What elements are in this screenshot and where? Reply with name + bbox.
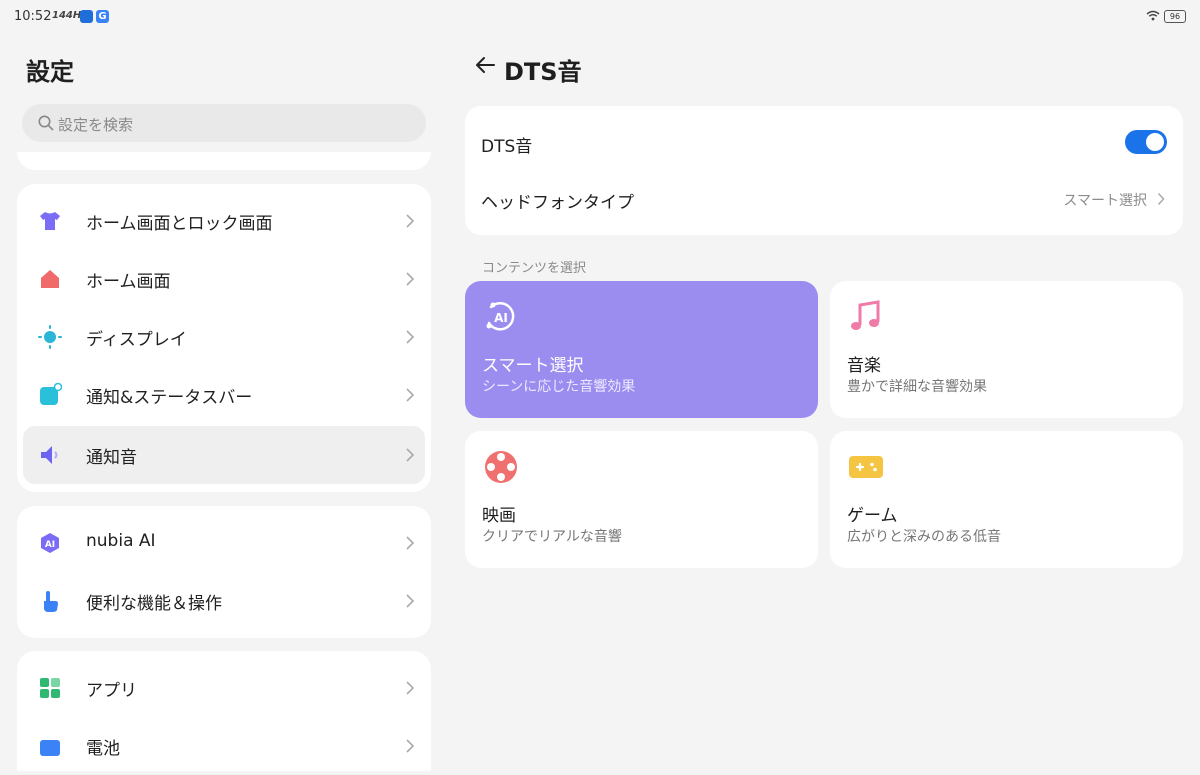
tile-subtitle: クリアでリアルな音響 xyxy=(482,529,622,545)
sidebar-item-home-lock[interactable]: ホーム画面とロック画面 xyxy=(23,192,425,250)
sidebar-item-nubia-ai[interactable]: AI nubia AI xyxy=(23,514,425,572)
sidebar-item-features[interactable]: 便利な機能＆操作 xyxy=(23,572,425,630)
ai-icon: AI xyxy=(41,533,59,553)
music-note-icon xyxy=(851,300,880,330)
sidebar-item-label: 電池 xyxy=(86,739,120,759)
settings-group-features: AI nubia AI 便利な機能＆操作 xyxy=(17,506,431,638)
sun-icon xyxy=(38,325,62,349)
battery-icon xyxy=(40,740,60,756)
chevron-right-icon xyxy=(406,739,415,753)
tile-subtitle: 豊かで詳細な音響効果 xyxy=(847,379,987,395)
search-input[interactable]: 設定を検索 xyxy=(22,104,426,142)
headphone-type-label[interactable]: ヘッドフォンタイプ xyxy=(481,188,634,213)
page-title: DTS音 xyxy=(504,58,582,86)
tile-title: スマート選択 xyxy=(482,356,584,376)
settings-group-partial xyxy=(17,152,431,170)
sidebar-item-sound[interactable]: 通知音 xyxy=(23,426,425,484)
chevron-right-icon xyxy=(406,330,415,344)
tile-subtitle: シーンに応じた音響効果 xyxy=(482,379,636,395)
svg-text:AI: AI xyxy=(45,540,55,550)
settings-group-apps: アプリ 電池 xyxy=(17,651,431,771)
wifi-icon xyxy=(1146,10,1160,21)
gamepad-icon xyxy=(849,456,883,478)
sidebar-item-apps[interactable]: アプリ xyxy=(23,659,425,717)
tile-title: 音楽 xyxy=(847,356,881,376)
speaker-icon xyxy=(41,446,58,464)
content-tile-music[interactable]: 音楽 豊かで詳細な音響効果 xyxy=(830,281,1183,418)
sidebar-item-notifications[interactable]: 通知&ステータスバー xyxy=(23,366,425,424)
content-tile-smart[interactable]: AI スマート選択 シーンに応じた音響効果 xyxy=(465,281,818,418)
sidebar-item-label: 便利な機能＆操作 xyxy=(86,594,222,614)
settings-group-display: ホーム画面とロック画面 ホーム画面 ディスプレイ 通知&ステータスバー 通知音 xyxy=(17,184,431,492)
sidebar-item-label: ホーム画面 xyxy=(86,272,171,292)
sidebar-item-label: nubia AI xyxy=(86,531,156,551)
tile-title: ゲーム xyxy=(847,506,898,526)
apps-grid-icon xyxy=(40,678,60,698)
shield-app-icon xyxy=(80,10,93,23)
film-reel-icon xyxy=(485,451,517,483)
section-label: コンテンツを選択 xyxy=(482,261,587,276)
status-bar: 10:52 144Hz G 96 xyxy=(0,0,1200,34)
headphone-type-value[interactable]: スマート選択 xyxy=(1063,190,1147,210)
sidebar-item-label: ホーム画面とロック画面 xyxy=(86,214,273,234)
search-icon xyxy=(38,115,54,131)
tile-title: 映画 xyxy=(482,506,516,526)
content-tile-game[interactable]: ゲーム 広がりと深みのある低音 xyxy=(830,431,1183,568)
notification-icon xyxy=(40,383,62,405)
chevron-right-icon xyxy=(406,448,415,462)
status-time: 10:52 xyxy=(14,9,52,24)
chevron-right-icon xyxy=(406,594,415,608)
chevron-right-icon xyxy=(406,681,415,695)
dts-toggle[interactable] xyxy=(1125,130,1167,154)
g-app-icon: G xyxy=(96,10,109,23)
sidebar-item-label: 通知音 xyxy=(86,448,137,468)
sidebar-item-display[interactable]: ディスプレイ xyxy=(23,308,425,366)
hand-pointer-icon xyxy=(44,591,58,612)
chevron-right-icon xyxy=(406,214,415,228)
chevron-right-icon[interactable] xyxy=(1157,192,1165,206)
chevron-right-icon xyxy=(406,272,415,286)
sidebar-item-battery[interactable]: 電池 xyxy=(23,717,425,775)
sidebar-item-home-screen[interactable]: ホーム画面 xyxy=(23,250,425,308)
home-icon xyxy=(41,270,59,288)
battery-indicator: 96 xyxy=(1164,10,1186,23)
content-tile-movie[interactable]: 映画 クリアでリアルな音響 xyxy=(465,431,818,568)
sidebar-item-label: ディスプレイ xyxy=(86,330,187,350)
dts-settings-card: DTS音 ヘッドフォンタイプ スマート選択 xyxy=(465,106,1183,235)
sidebar-item-label: アプリ xyxy=(86,681,137,701)
chevron-right-icon xyxy=(406,536,415,550)
toggle-knob xyxy=(1146,133,1164,151)
shirt-icon xyxy=(40,212,60,230)
search-placeholder: 設定を検索 xyxy=(58,116,134,134)
chevron-right-icon xyxy=(406,388,415,402)
dts-toggle-label: DTS音 xyxy=(481,137,533,157)
settings-title: 設定 xyxy=(26,58,74,86)
svg-text:AI: AI xyxy=(494,311,508,325)
sidebar-item-label: 通知&ステータスバー xyxy=(86,388,253,408)
back-arrow-icon[interactable] xyxy=(474,54,496,76)
ai-sparkle-icon: AI xyxy=(486,302,515,331)
tile-subtitle: 広がりと深みのある低音 xyxy=(847,529,1001,545)
